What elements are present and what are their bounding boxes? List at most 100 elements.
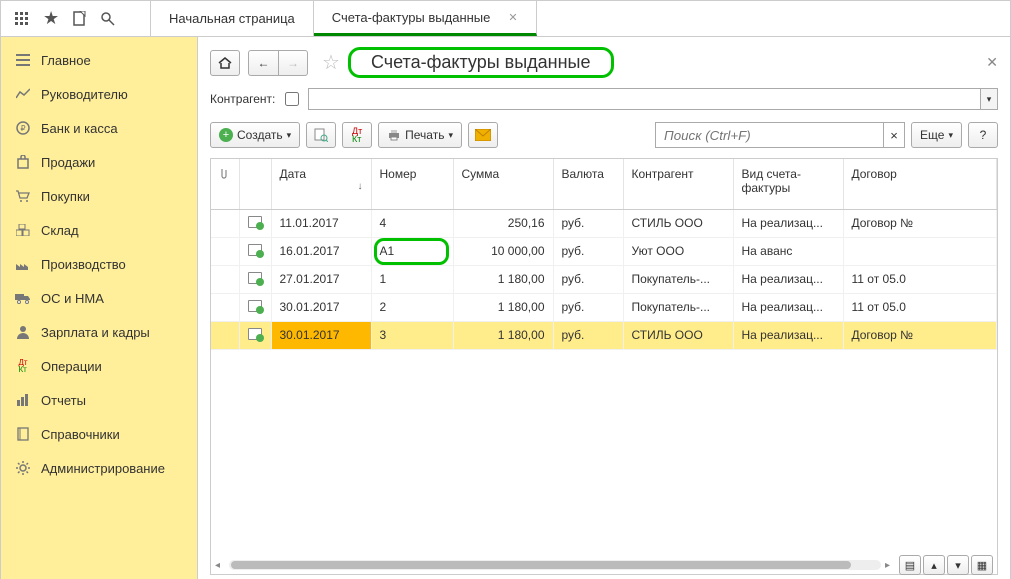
sidebar-item-label: Банк и касса (41, 121, 118, 136)
page-header: ← → ☆ Счета-фактуры выданные ✕ (198, 37, 1010, 84)
sidebar-item-label: ОС и НМА (41, 291, 104, 306)
cell-party: Покупатель-... (623, 293, 733, 321)
scroll-right-icon[interactable]: ▸ (885, 560, 895, 571)
star-icon[interactable]: ★ (43, 8, 59, 29)
factory-icon (15, 256, 31, 272)
person-icon (15, 324, 31, 340)
workspace: ← → ☆ Счета-фактуры выданные ✕ Контраген… (198, 37, 1010, 579)
col-number[interactable]: Номер (371, 159, 453, 209)
find-by-number-button[interactable] (306, 122, 336, 148)
top-bar: ★ Начальная страница Счета-фактуры выдан… (1, 1, 1010, 37)
dtct-button[interactable]: ДтКт (342, 122, 372, 148)
sidebar-item-label: Руководителю (41, 87, 128, 102)
col-party[interactable]: Контрагент (623, 159, 733, 209)
mail-button[interactable] (468, 122, 498, 148)
sidebar-item-8[interactable]: Зарплата и кадры (1, 315, 197, 349)
sidebar-item-2[interactable]: ₽Банк и касса (1, 111, 197, 145)
cell-number: 1 (371, 265, 453, 293)
sidebar-item-label: Администрирование (41, 461, 165, 476)
cell-sum: 1 180,00 (453, 293, 553, 321)
cell-clip (211, 265, 239, 293)
document-icon (248, 272, 262, 284)
cell-clip (211, 293, 239, 321)
sidebar-item-label: Продажи (41, 155, 95, 170)
search-box: × (655, 122, 905, 148)
document-icon (248, 328, 262, 340)
toolbar: + Создать ▾ ДтКт Печать ▾ × (198, 118, 1010, 158)
sidebar-item-12[interactable]: Администрирование (1, 451, 197, 485)
cell-sum: 10 000,00 (453, 237, 553, 265)
cell-date: 30.01.2017 (271, 321, 371, 349)
sidebar-item-3[interactable]: Продажи (1, 145, 197, 179)
help-button[interactable]: ? (968, 122, 998, 148)
print-button[interactable]: Печать ▾ (378, 122, 462, 148)
create-button[interactable]: + Создать ▾ (210, 122, 300, 148)
favorite-icon[interactable]: ☆ (322, 50, 340, 75)
cell-number: 3 (371, 321, 453, 349)
more-button[interactable]: Еще ▾ (911, 122, 962, 148)
search-icon[interactable] (101, 12, 115, 26)
table-row[interactable]: 30.01.201731 180,00руб.СТИЛЬ ОООНа реали… (211, 321, 997, 349)
sidebar-item-7[interactable]: ОС и НМА (1, 281, 197, 315)
cell-number: 2 (371, 293, 453, 321)
invoice-table: Дата↓ Номер Сумма Валюта Контрагент Вид … (211, 159, 997, 350)
first-row-button[interactable]: ▤ (899, 555, 921, 575)
table-row[interactable]: 30.01.201721 180,00руб.Покупатель-...На … (211, 293, 997, 321)
sidebar-item-10[interactable]: Отчеты (1, 383, 197, 417)
home-button[interactable] (210, 50, 240, 76)
col-icon[interactable] (239, 159, 271, 209)
sidebar-item-9[interactable]: ДтКтОперации (1, 349, 197, 383)
col-date[interactable]: Дата↓ (271, 159, 371, 209)
cell-currency: руб. (553, 321, 623, 349)
sidebar-item-5[interactable]: Склад (1, 213, 197, 247)
cell-sum: 1 180,00 (453, 265, 553, 293)
create-label: Создать (237, 128, 283, 142)
sidebar-item-11[interactable]: Справочники (1, 417, 197, 451)
chart-icon (15, 86, 31, 102)
chevron-down-icon: ▾ (448, 130, 453, 141)
cell-date: 27.01.2017 (271, 265, 371, 293)
prev-row-button[interactable]: ▴ (923, 555, 945, 575)
sidebar-item-4[interactable]: Покупки (1, 179, 197, 213)
party-filter-input[interactable] (308, 88, 980, 110)
next-row-button[interactable]: ▾ (947, 555, 969, 575)
party-filter-dropdown[interactable]: ▾ (980, 88, 998, 110)
horizontal-scrollbar[interactable]: ◂ ▸ ▤ ▴ ▾ ▦ (211, 556, 997, 574)
forward-button[interactable]: → (278, 50, 308, 76)
sidebar-item-label: Отчеты (41, 393, 86, 408)
sidebar-item-6[interactable]: Производство (1, 247, 197, 281)
cell-contract: 11 от 05.0 (843, 293, 997, 321)
cell-contract: Договор № (843, 209, 997, 237)
tab-active[interactable]: Счета-фактуры выданные ✕ (314, 1, 537, 36)
cell-currency: руб. (553, 237, 623, 265)
last-row-button[interactable]: ▦ (971, 555, 993, 575)
cell-icon (239, 293, 271, 321)
table-row[interactable]: 16.01.2017А110 000,00руб.Уют ОООНа аванс (211, 237, 997, 265)
col-clip[interactable] (211, 159, 239, 209)
col-sum[interactable]: Сумма (453, 159, 553, 209)
table-row[interactable]: 27.01.201711 180,00руб.Покупатель-...На … (211, 265, 997, 293)
back-button[interactable]: ← (248, 50, 278, 76)
cell-party: Покупатель-... (623, 265, 733, 293)
tab-home[interactable]: Начальная страница (151, 1, 314, 36)
col-currency[interactable]: Валюта (553, 159, 623, 209)
search-input[interactable] (655, 122, 883, 148)
tab-close-icon[interactable]: ✕ (508, 11, 517, 24)
close-page-button[interactable]: ✕ (986, 54, 998, 71)
sidebar-item-1[interactable]: Руководителю (1, 77, 197, 111)
cell-kind: На аванс (733, 237, 843, 265)
sidebar-item-0[interactable]: Главное (1, 43, 197, 77)
history-icon[interactable] (73, 11, 87, 27)
filter-checkbox[interactable] (285, 92, 299, 106)
sidebar-item-label: Производство (41, 257, 126, 272)
more-label: Еще (920, 128, 944, 142)
col-contract[interactable]: Договор (843, 159, 997, 209)
cell-sum: 1 180,00 (453, 321, 553, 349)
gear-icon (15, 460, 31, 476)
search-clear-button[interactable]: × (883, 122, 905, 148)
scroll-left-icon[interactable]: ◂ (215, 560, 225, 571)
table-row[interactable]: 11.01.20174250,16руб.СТИЛЬ ОООНа реализа… (211, 209, 997, 237)
bars-icon (15, 392, 31, 408)
col-kind[interactable]: Вид счета-фактуры (733, 159, 843, 209)
apps-icon[interactable] (15, 12, 29, 26)
